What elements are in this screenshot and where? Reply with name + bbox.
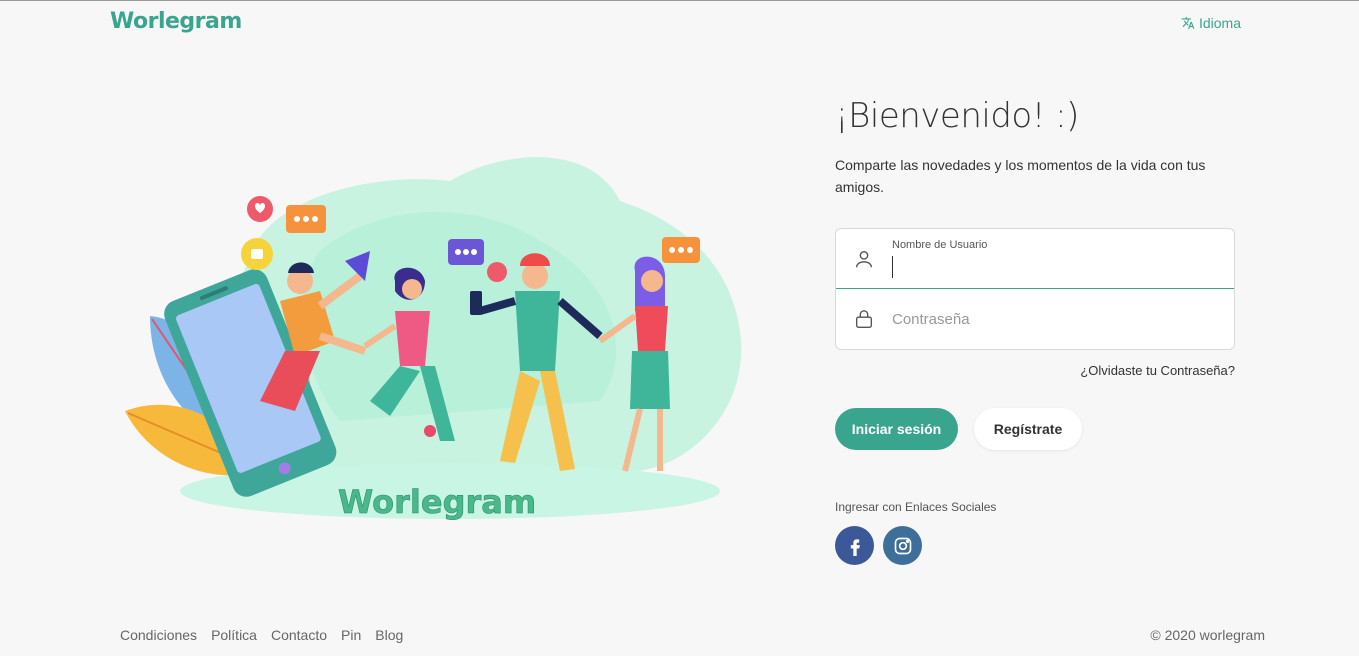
copyright-text: © 2020 worlegram bbox=[1150, 627, 1265, 643]
speech-bubble-heart-small bbox=[487, 262, 507, 282]
lock-icon bbox=[855, 310, 873, 328]
login-form: Nombre de Usuario bbox=[835, 228, 1235, 350]
password-input[interactable] bbox=[892, 307, 1224, 331]
instagram-icon bbox=[894, 537, 911, 554]
login-button[interactable]: Iniciar sesión bbox=[835, 408, 958, 450]
app-logo[interactable]: Worlegram bbox=[110, 9, 242, 34]
password-field[interactable] bbox=[836, 289, 1234, 349]
speech-bubble-dots-purple bbox=[448, 239, 484, 265]
hero-illustration: Worlegram bbox=[120, 141, 750, 526]
footer-link-policy[interactable]: Política bbox=[211, 627, 257, 643]
facebook-icon bbox=[850, 538, 860, 556]
login-panel: ¡Bienvenido! :) Comparte las novedades y… bbox=[835, 96, 1235, 565]
register-button[interactable]: Regístrate bbox=[974, 408, 1082, 450]
user-icon bbox=[855, 250, 873, 267]
welcome-title: ¡Bienvenido! :) bbox=[835, 96, 1079, 136]
username-input[interactable] bbox=[892, 256, 894, 278]
illustration-brand-text: Worlegram bbox=[338, 483, 536, 521]
social-login-label: Ingresar con Enlaces Sociales bbox=[835, 500, 997, 514]
language-selector[interactable]: Idioma bbox=[1181, 15, 1241, 31]
footer-link-blog[interactable]: Blog bbox=[375, 627, 403, 643]
forgot-password-link[interactable]: ¿Olvidaste tu Contraseña? bbox=[835, 363, 1235, 378]
speech-bubble-dots-orange bbox=[286, 205, 326, 233]
footer-link-contact[interactable]: Contacto bbox=[271, 627, 327, 643]
speech-bubble-heart bbox=[247, 196, 273, 222]
instagram-login-button[interactable] bbox=[883, 526, 922, 565]
speech-bubble-thumb bbox=[241, 238, 273, 270]
username-field[interactable]: Nombre de Usuario bbox=[836, 229, 1234, 289]
speech-bubble-dots-right bbox=[662, 237, 700, 263]
footer-link-conditions[interactable]: Condiciones bbox=[120, 627, 197, 643]
username-label: Nombre de Usuario bbox=[892, 239, 988, 251]
translate-icon bbox=[1181, 17, 1195, 29]
footer-links: Condiciones Política Contacto Pin Blog bbox=[120, 627, 403, 643]
language-label: Idioma bbox=[1198, 15, 1241, 31]
footer-link-pin[interactable]: Pin bbox=[341, 627, 361, 643]
facebook-login-button[interactable] bbox=[835, 526, 874, 565]
welcome-subtitle: Comparte las novedades y los momentos de… bbox=[835, 157, 1206, 195]
